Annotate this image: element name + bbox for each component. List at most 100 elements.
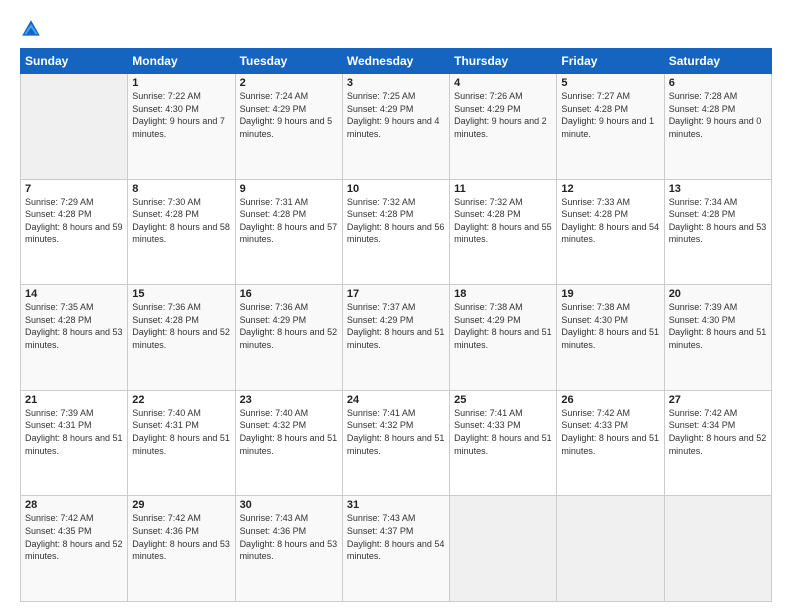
- calendar-week-1: 1Sunrise: 7:22 AM Sunset: 4:30 PM Daylig…: [21, 74, 772, 180]
- day-info: Sunrise: 7:32 AM Sunset: 4:28 PM Dayligh…: [347, 196, 445, 246]
- day-info: Sunrise: 7:41 AM Sunset: 4:32 PM Dayligh…: [347, 407, 445, 457]
- logo-icon: [20, 18, 42, 40]
- day-number: 15: [132, 288, 230, 300]
- day-info: Sunrise: 7:40 AM Sunset: 4:32 PM Dayligh…: [240, 407, 338, 457]
- calendar-cell: 23Sunrise: 7:40 AM Sunset: 4:32 PM Dayli…: [235, 390, 342, 496]
- day-number: 22: [132, 394, 230, 406]
- calendar-week-3: 14Sunrise: 7:35 AM Sunset: 4:28 PM Dayli…: [21, 285, 772, 391]
- calendar-cell: 27Sunrise: 7:42 AM Sunset: 4:34 PM Dayli…: [664, 390, 771, 496]
- page: SundayMondayTuesdayWednesdayThursdayFrid…: [0, 0, 792, 612]
- day-number: 21: [25, 394, 123, 406]
- day-number: 24: [347, 394, 445, 406]
- day-info: Sunrise: 7:30 AM Sunset: 4:28 PM Dayligh…: [132, 196, 230, 246]
- day-number: 19: [561, 288, 659, 300]
- day-number: 8: [132, 183, 230, 195]
- calendar-cell: [557, 496, 664, 602]
- day-number: 4: [454, 77, 552, 89]
- header: [20, 18, 772, 40]
- day-number: 31: [347, 499, 445, 511]
- day-number: 1: [132, 77, 230, 89]
- day-header-sunday: Sunday: [21, 49, 128, 74]
- day-number: 27: [669, 394, 767, 406]
- day-header-saturday: Saturday: [664, 49, 771, 74]
- day-number: 25: [454, 394, 552, 406]
- calendar-cell: 24Sunrise: 7:41 AM Sunset: 4:32 PM Dayli…: [342, 390, 449, 496]
- calendar-cell: 4Sunrise: 7:26 AM Sunset: 4:29 PM Daylig…: [450, 74, 557, 180]
- day-header-friday: Friday: [557, 49, 664, 74]
- calendar-cell: 5Sunrise: 7:27 AM Sunset: 4:28 PM Daylig…: [557, 74, 664, 180]
- day-info: Sunrise: 7:22 AM Sunset: 4:30 PM Dayligh…: [132, 90, 230, 140]
- day-number: 9: [240, 183, 338, 195]
- day-number: 14: [25, 288, 123, 300]
- calendar-week-4: 21Sunrise: 7:39 AM Sunset: 4:31 PM Dayli…: [21, 390, 772, 496]
- day-info: Sunrise: 7:43 AM Sunset: 4:36 PM Dayligh…: [240, 512, 338, 562]
- calendar-cell: 30Sunrise: 7:43 AM Sunset: 4:36 PM Dayli…: [235, 496, 342, 602]
- calendar-cell: 6Sunrise: 7:28 AM Sunset: 4:28 PM Daylig…: [664, 74, 771, 180]
- day-header-wednesday: Wednesday: [342, 49, 449, 74]
- calendar-cell: 1Sunrise: 7:22 AM Sunset: 4:30 PM Daylig…: [128, 74, 235, 180]
- day-number: 26: [561, 394, 659, 406]
- calendar-table: SundayMondayTuesdayWednesdayThursdayFrid…: [20, 48, 772, 602]
- day-info: Sunrise: 7:33 AM Sunset: 4:28 PM Dayligh…: [561, 196, 659, 246]
- day-info: Sunrise: 7:24 AM Sunset: 4:29 PM Dayligh…: [240, 90, 338, 140]
- calendar-cell: 21Sunrise: 7:39 AM Sunset: 4:31 PM Dayli…: [21, 390, 128, 496]
- calendar-cell: 20Sunrise: 7:39 AM Sunset: 4:30 PM Dayli…: [664, 285, 771, 391]
- calendar-cell: 22Sunrise: 7:40 AM Sunset: 4:31 PM Dayli…: [128, 390, 235, 496]
- calendar-cell: 28Sunrise: 7:42 AM Sunset: 4:35 PM Dayli…: [21, 496, 128, 602]
- calendar-cell: [21, 74, 128, 180]
- day-info: Sunrise: 7:38 AM Sunset: 4:29 PM Dayligh…: [454, 301, 552, 351]
- day-info: Sunrise: 7:36 AM Sunset: 4:28 PM Dayligh…: [132, 301, 230, 351]
- logo: [20, 18, 46, 40]
- calendar-cell: 7Sunrise: 7:29 AM Sunset: 4:28 PM Daylig…: [21, 179, 128, 285]
- day-number: 29: [132, 499, 230, 511]
- day-number: 20: [669, 288, 767, 300]
- calendar-cell: 3Sunrise: 7:25 AM Sunset: 4:29 PM Daylig…: [342, 74, 449, 180]
- day-info: Sunrise: 7:39 AM Sunset: 4:31 PM Dayligh…: [25, 407, 123, 457]
- calendar-cell: 2Sunrise: 7:24 AM Sunset: 4:29 PM Daylig…: [235, 74, 342, 180]
- day-number: 18: [454, 288, 552, 300]
- day-info: Sunrise: 7:25 AM Sunset: 4:29 PM Dayligh…: [347, 90, 445, 140]
- day-number: 28: [25, 499, 123, 511]
- day-info: Sunrise: 7:39 AM Sunset: 4:30 PM Dayligh…: [669, 301, 767, 351]
- day-header-monday: Monday: [128, 49, 235, 74]
- day-number: 5: [561, 77, 659, 89]
- day-info: Sunrise: 7:36 AM Sunset: 4:29 PM Dayligh…: [240, 301, 338, 351]
- day-number: 3: [347, 77, 445, 89]
- day-number: 11: [454, 183, 552, 195]
- day-number: 30: [240, 499, 338, 511]
- calendar-header: SundayMondayTuesdayWednesdayThursdayFrid…: [21, 49, 772, 74]
- day-info: Sunrise: 7:38 AM Sunset: 4:30 PM Dayligh…: [561, 301, 659, 351]
- day-info: Sunrise: 7:43 AM Sunset: 4:37 PM Dayligh…: [347, 512, 445, 562]
- day-number: 6: [669, 77, 767, 89]
- day-info: Sunrise: 7:28 AM Sunset: 4:28 PM Dayligh…: [669, 90, 767, 140]
- day-info: Sunrise: 7:26 AM Sunset: 4:29 PM Dayligh…: [454, 90, 552, 140]
- day-info: Sunrise: 7:42 AM Sunset: 4:35 PM Dayligh…: [25, 512, 123, 562]
- calendar-cell: [664, 496, 771, 602]
- calendar-cell: 31Sunrise: 7:43 AM Sunset: 4:37 PM Dayli…: [342, 496, 449, 602]
- calendar-cell: 10Sunrise: 7:32 AM Sunset: 4:28 PM Dayli…: [342, 179, 449, 285]
- calendar-cell: 11Sunrise: 7:32 AM Sunset: 4:28 PM Dayli…: [450, 179, 557, 285]
- calendar-cell: 19Sunrise: 7:38 AM Sunset: 4:30 PM Dayli…: [557, 285, 664, 391]
- calendar-cell: 26Sunrise: 7:42 AM Sunset: 4:33 PM Dayli…: [557, 390, 664, 496]
- day-number: 13: [669, 183, 767, 195]
- calendar-cell: 29Sunrise: 7:42 AM Sunset: 4:36 PM Dayli…: [128, 496, 235, 602]
- day-number: 16: [240, 288, 338, 300]
- day-info: Sunrise: 7:41 AM Sunset: 4:33 PM Dayligh…: [454, 407, 552, 457]
- calendar-cell: 12Sunrise: 7:33 AM Sunset: 4:28 PM Dayli…: [557, 179, 664, 285]
- calendar-cell: 16Sunrise: 7:36 AM Sunset: 4:29 PM Dayli…: [235, 285, 342, 391]
- calendar-cell: 17Sunrise: 7:37 AM Sunset: 4:29 PM Dayli…: [342, 285, 449, 391]
- calendar-cell: 15Sunrise: 7:36 AM Sunset: 4:28 PM Dayli…: [128, 285, 235, 391]
- day-number: 10: [347, 183, 445, 195]
- day-number: 7: [25, 183, 123, 195]
- calendar-cell: 25Sunrise: 7:41 AM Sunset: 4:33 PM Dayli…: [450, 390, 557, 496]
- calendar-cell: 9Sunrise: 7:31 AM Sunset: 4:28 PM Daylig…: [235, 179, 342, 285]
- day-info: Sunrise: 7:34 AM Sunset: 4:28 PM Dayligh…: [669, 196, 767, 246]
- day-info: Sunrise: 7:27 AM Sunset: 4:28 PM Dayligh…: [561, 90, 659, 140]
- day-info: Sunrise: 7:42 AM Sunset: 4:34 PM Dayligh…: [669, 407, 767, 457]
- day-info: Sunrise: 7:40 AM Sunset: 4:31 PM Dayligh…: [132, 407, 230, 457]
- day-number: 12: [561, 183, 659, 195]
- day-header-row: SundayMondayTuesdayWednesdayThursdayFrid…: [21, 49, 772, 74]
- day-info: Sunrise: 7:35 AM Sunset: 4:28 PM Dayligh…: [25, 301, 123, 351]
- calendar-body: 1Sunrise: 7:22 AM Sunset: 4:30 PM Daylig…: [21, 74, 772, 602]
- day-info: Sunrise: 7:37 AM Sunset: 4:29 PM Dayligh…: [347, 301, 445, 351]
